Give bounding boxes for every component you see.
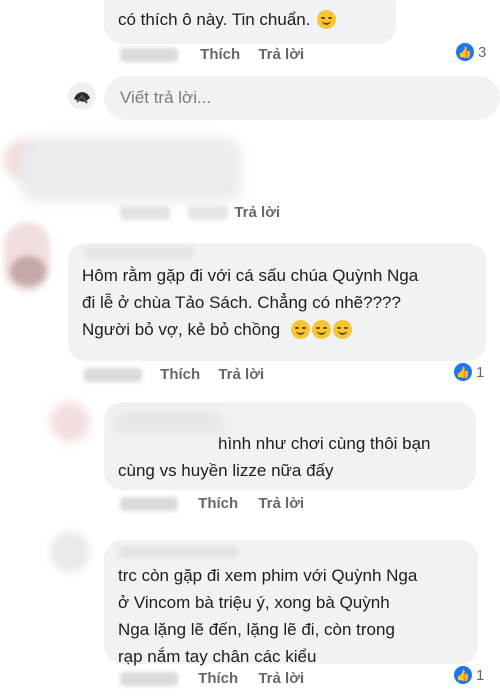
reply-placeholder: Viết trả lời... [120, 88, 212, 107]
thumbs-up-icon: 👍 [454, 666, 472, 684]
comment-bubble: hình như chơi cùng thôi bạn cùng vs huyề… [104, 402, 476, 490]
like-button[interactable]: Thích [198, 670, 238, 687]
reaction-count[interactable]: 👍 3 [456, 43, 486, 61]
reply-button[interactable]: Trả lời [258, 46, 304, 63]
comment-meta: Thích Trả lời [120, 46, 304, 63]
avatar [4, 222, 50, 292]
avatar [50, 532, 90, 572]
avatar [50, 402, 90, 442]
comment-text-line: Hôm rằm gặp đi với cá sấu chúa Quỳnh Nga [82, 266, 419, 285]
comment-text-line: trc còn gặp đi xem phim với Quỳnh Nga [118, 566, 418, 585]
smile-emoji-icon [317, 10, 337, 29]
comment-text-line: ở Vincom bà triệu ý, xong bà Quỳnh [118, 593, 390, 612]
comment-bubble: trc còn gặp đi xem phim với Quỳnh Nga ở … [104, 540, 478, 666]
like-button[interactable]: Thích [198, 495, 238, 512]
thumbs-up-icon: 👍 [454, 363, 472, 381]
reaction-count[interactable]: 👍 1 [454, 666, 484, 684]
pensive-emoji-icon [311, 320, 331, 339]
reply-button[interactable]: Trả lời [258, 495, 304, 512]
reaction-count[interactable]: 👍 1 [454, 363, 484, 381]
comment-text-line: Người bỏ vợ, kẻ bỏ chồng [82, 316, 472, 343]
comment-text-line: đi lễ ở chùa Tảo Sách. Chẳng có nhẽ???? [82, 293, 401, 312]
reply-button[interactable]: Trả lời [218, 366, 264, 383]
comment-text-line: cùng vs huyền lizze nữa đấy [118, 461, 334, 480]
like-button[interactable]: Thích [200, 46, 240, 63]
reply-input[interactable]: Viết trả lời... [104, 76, 500, 120]
reply-button[interactable]: Trả lời [258, 670, 304, 687]
comment-text: có thích ô này. Tin chuẩn. [118, 6, 382, 33]
avatar [68, 82, 96, 110]
reply-button[interactable]: Trả lời [234, 204, 280, 221]
comment-text-line: Nga lặng lẽ đến, lặng lẽ đi, còn trong [118, 620, 395, 639]
comment-bubble: Hôm rằm gặp đi với cá sấu chúa Quỳnh Nga… [68, 243, 486, 361]
comment-meta: Thích Trả lời [120, 670, 304, 687]
comment-meta: Trả lời [120, 204, 280, 221]
comment-bubble: có thích ô này. Tin chuẩn. [104, 0, 396, 44]
comment-meta: Thích Trả lời [84, 366, 264, 383]
pensive-emoji-icon [332, 320, 352, 339]
pensive-emoji-icon [290, 320, 310, 339]
thumbs-up-icon: 👍 [456, 43, 474, 61]
like-button[interactable]: Thích [160, 366, 200, 383]
comment-text-line: hình như chơi cùng thôi bạn [218, 434, 431, 453]
comment-text-line: rạp nắm tay chân các kiểu [118, 647, 317, 666]
comment-meta: Thích Trả lời [120, 495, 304, 512]
comment-bubble [20, 138, 242, 202]
